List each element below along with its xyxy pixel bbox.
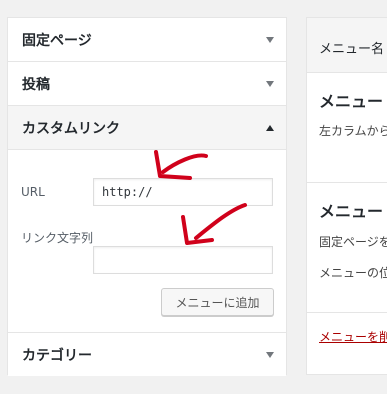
menu-name-bar: メニュー名 [307,18,387,73]
menu-structure-panel: メニュー名 メニュー⁠ 左カラムから メニュー 固定ページを メニューの位 メニ… [306,17,387,375]
divider [307,312,387,313]
menu-name-label: メニュー名 [319,42,385,57]
menu-heading-2: メニュー [319,202,384,221]
delete-menu-link[interactable]: メニューを削 [319,328,387,345]
menu-instructions-1: 左カラムから [319,124,387,138]
menu-instructions-3: メニューの位 [319,266,387,280]
annotation-arrow-url [154,150,208,180]
divider [307,182,387,183]
menu-instructions-2: 固定ページを [319,235,387,249]
annotation-arrow-link-text [181,203,247,245]
menu-heading-1: メニュー⁠ [319,92,384,111]
